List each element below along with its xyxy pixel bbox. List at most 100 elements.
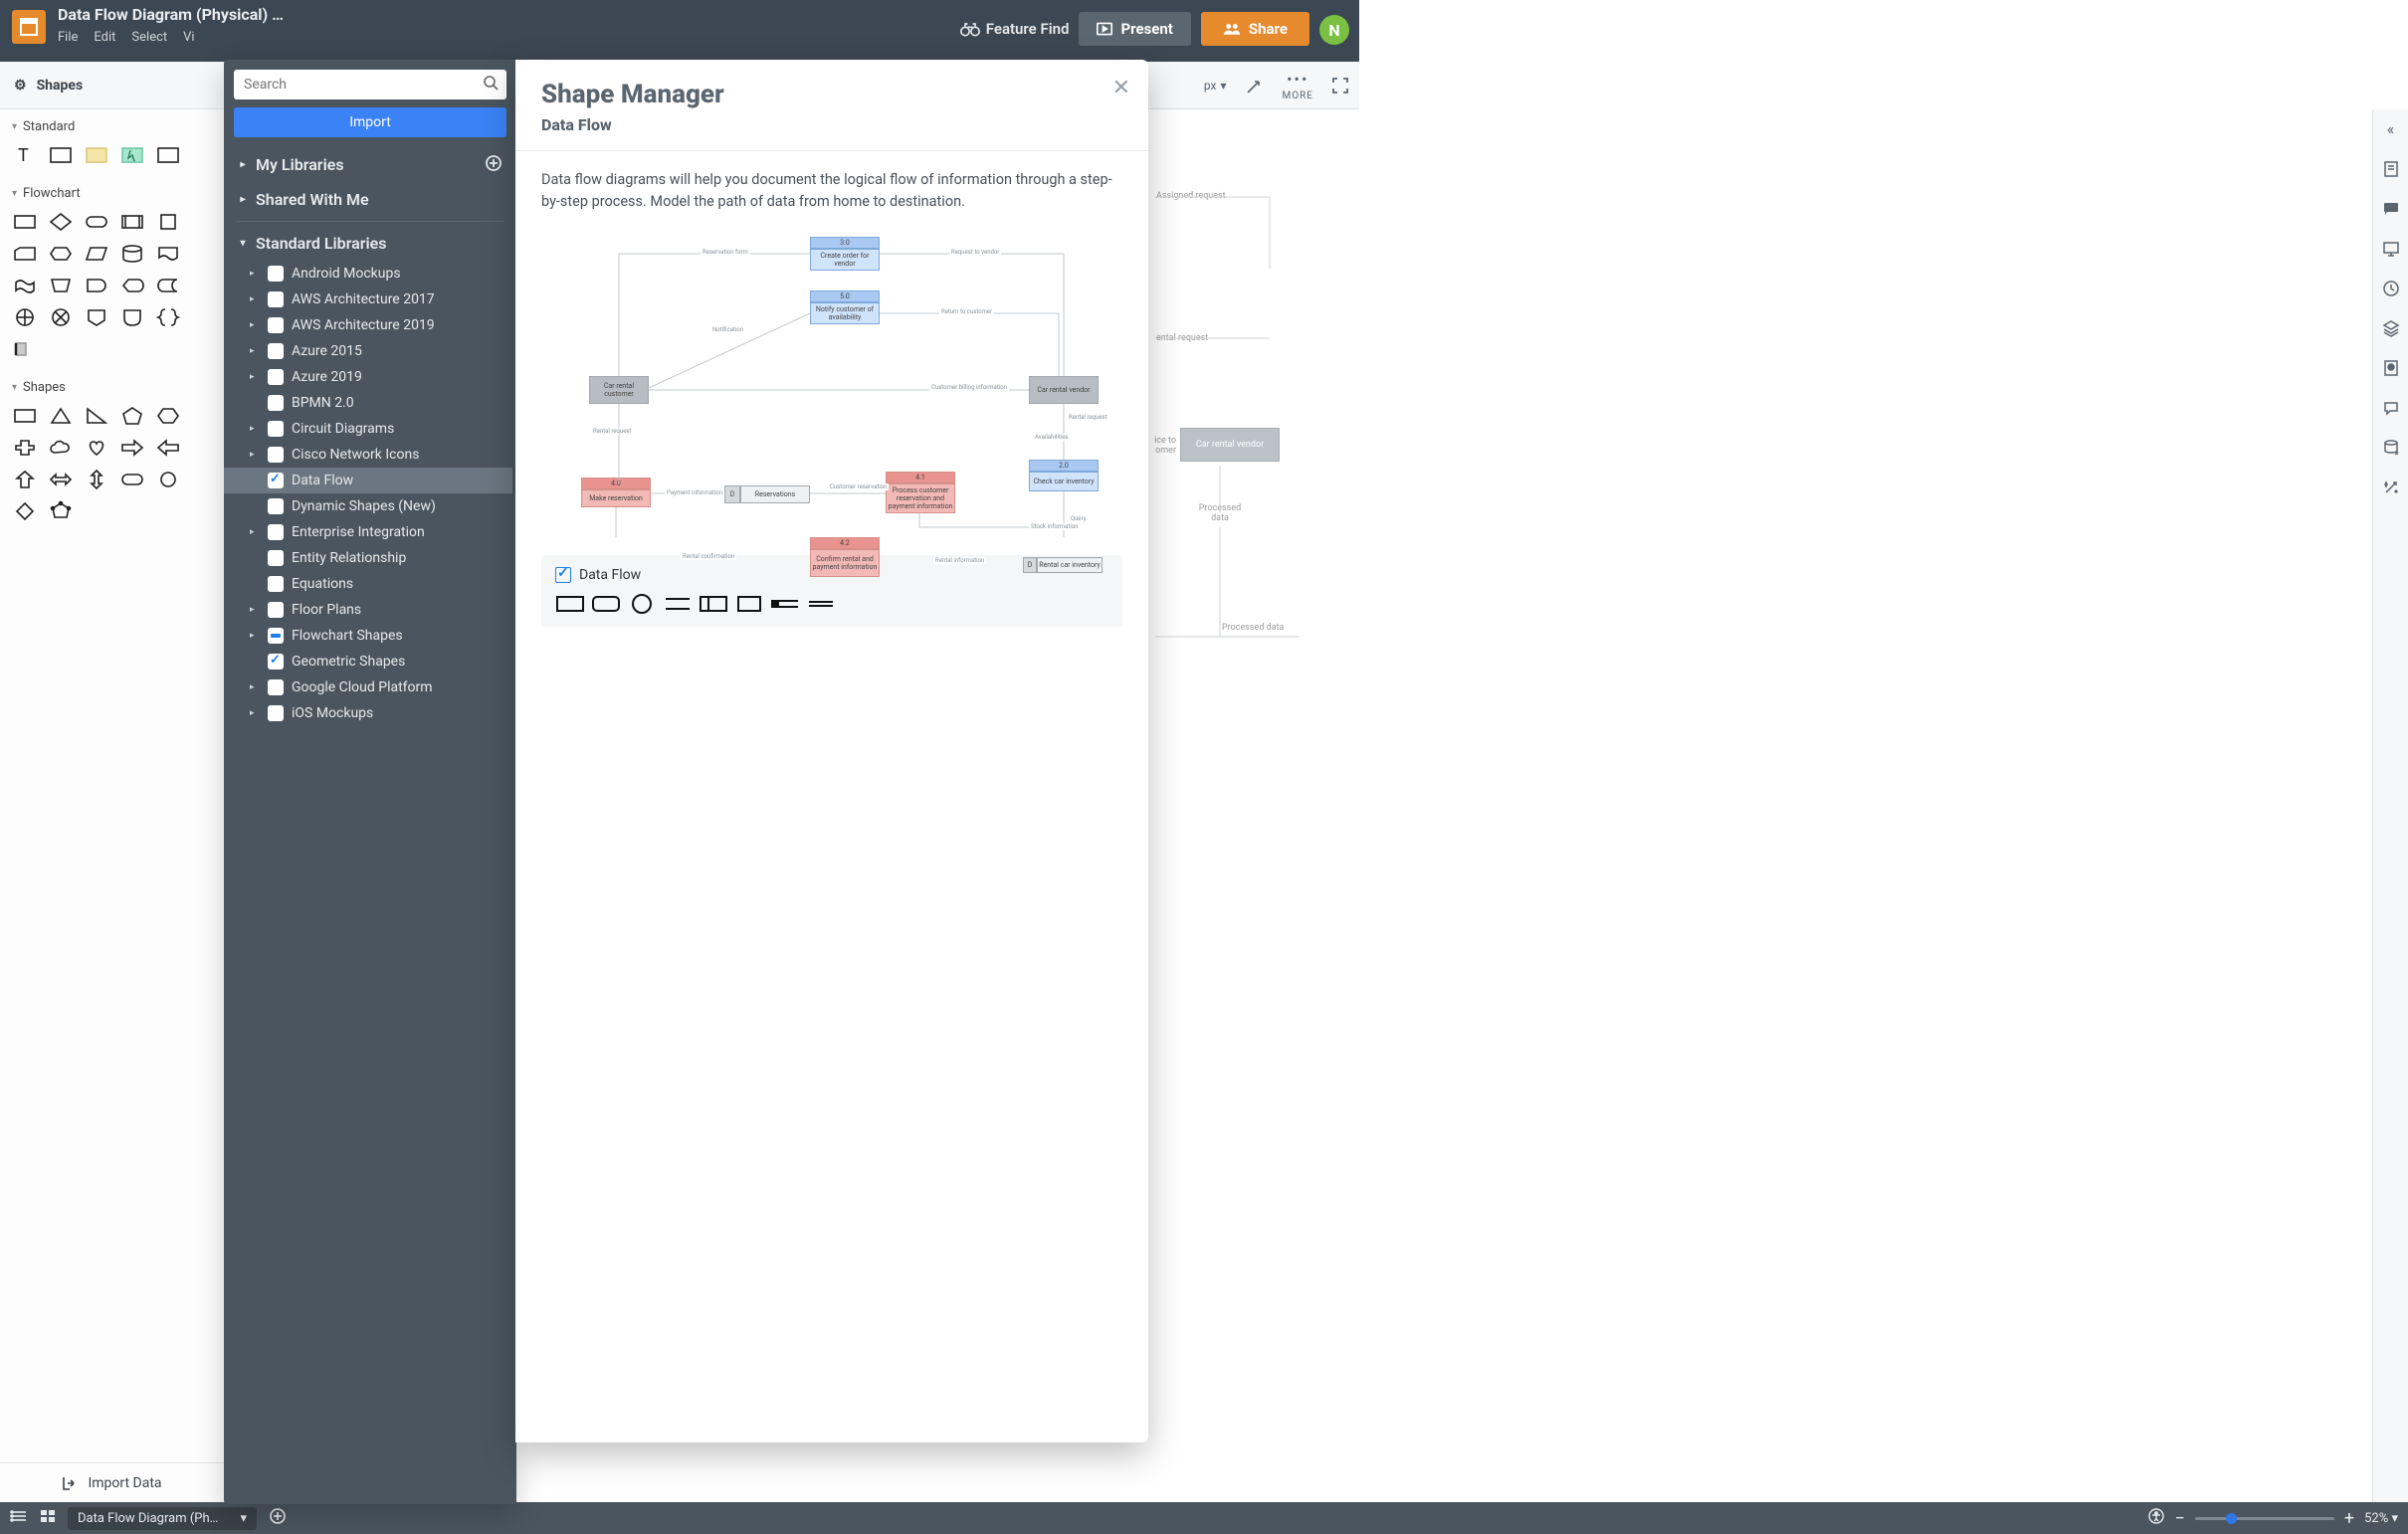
df-tag-icon[interactable]	[770, 593, 800, 615]
rail-collapse-icon[interactable]: «	[2387, 119, 2395, 138]
library-list[interactable]: ▸Android Mockups▸AWS Architecture 2017▸A…	[224, 261, 516, 1504]
outline-view-icon[interactable]	[10, 1509, 28, 1527]
shapes-group-standard[interactable]: Standard	[0, 109, 224, 140]
library-item-checkbox[interactable]	[268, 705, 284, 721]
df-rect-icon[interactable]	[555, 593, 585, 615]
gs-rect[interactable]	[12, 405, 38, 427]
gs-cloud[interactable]	[48, 437, 74, 459]
gs-arrowu[interactable]	[12, 469, 38, 490]
library-item[interactable]: ▸Data Flow	[224, 468, 512, 493]
document-title[interactable]: Data Flow Diagram (Physical) …	[58, 5, 960, 24]
presentation-icon[interactable]	[2382, 240, 2400, 258]
fc-predefined[interactable]	[119, 211, 145, 233]
library-item[interactable]: ▸Dynamic Shapes (New)	[224, 493, 512, 519]
gs-tri[interactable]	[48, 405, 74, 427]
comment-rail-icon[interactable]	[2382, 200, 2400, 218]
library-item-checkbox[interactable]	[268, 421, 284, 437]
add-page-icon[interactable]	[269, 1507, 287, 1529]
library-search-input[interactable]	[234, 77, 506, 93]
library-item[interactable]: ▸AWS Architecture 2017	[224, 287, 512, 312]
library-item[interactable]: ▸Geometric Shapes	[224, 649, 512, 674]
library-item[interactable]: ▸Entity Relationship	[224, 545, 512, 571]
library-item-checkbox[interactable]	[268, 395, 284, 411]
menu-more[interactable]: Vi	[183, 30, 194, 45]
fc-delay[interactable]	[84, 275, 109, 296]
gs-callout[interactable]	[119, 469, 145, 490]
fc-para[interactable]	[84, 243, 109, 265]
fc-shield[interactable]	[119, 306, 145, 328]
fc-diamond[interactable]	[48, 211, 74, 233]
fc-sq[interactable]	[155, 211, 181, 233]
zoom-slider[interactable]	[2195, 1517, 2334, 1520]
note-shape[interactable]	[84, 144, 109, 166]
history-icon[interactable]	[2382, 280, 2400, 297]
menu-file[interactable]: File	[58, 30, 78, 45]
library-item-checkbox[interactable]	[268, 602, 284, 618]
fc-tape[interactable]	[12, 275, 38, 296]
library-item[interactable]: ▸Azure 2015	[224, 338, 512, 364]
library-item-checkbox[interactable]	[268, 654, 284, 670]
present-button[interactable]: Present	[1079, 12, 1190, 46]
menu-select[interactable]: Select	[131, 30, 167, 45]
df-split-icon[interactable]	[699, 593, 728, 615]
section-my-libraries[interactable]: My Libraries	[224, 147, 485, 182]
section-shared-with-me[interactable]: Shared With Me	[224, 182, 516, 217]
gs-arrowlr[interactable]	[48, 469, 74, 490]
library-item-checkbox[interactable]	[268, 576, 284, 592]
library-item-checkbox[interactable]	[268, 628, 284, 644]
library-item-checkbox[interactable]	[268, 447, 284, 463]
unit-dropdown[interactable]: px ▾	[1204, 79, 1227, 93]
gs-cross[interactable]	[12, 437, 38, 459]
fc-doc[interactable]	[155, 243, 181, 265]
fc-brace[interactable]	[155, 306, 181, 328]
library-item-checkbox[interactable]	[268, 266, 284, 282]
document-icon[interactable]	[12, 10, 46, 44]
gs-diamond2[interactable]	[12, 500, 38, 522]
gear-icon[interactable]	[14, 78, 27, 94]
zoom-label[interactable]: 52% ▾	[2364, 1511, 2398, 1526]
add-library-icon[interactable]	[485, 153, 516, 177]
accessibility-icon[interactable]	[2147, 1507, 2165, 1529]
library-item[interactable]: ▸Floor Plans	[224, 597, 512, 623]
more-menu[interactable]: ••• MORE	[1283, 70, 1313, 101]
chat-icon[interactable]	[2382, 399, 2400, 417]
rectangle-shape[interactable]	[48, 144, 74, 166]
grid-view-icon[interactable]	[40, 1509, 56, 1527]
theme-icon[interactable]	[2382, 359, 2400, 377]
feature-find-button[interactable]: Feature Find	[960, 20, 1070, 38]
zoom-thumb[interactable]	[2226, 1513, 2237, 1524]
fullscreen-icon[interactable]	[1331, 77, 1349, 95]
shapes-group-flowchart[interactable]: Flowchart	[0, 176, 224, 207]
library-item[interactable]: ▸Android Mockups	[224, 261, 512, 287]
block-shape[interactable]	[155, 144, 181, 166]
df-rounded-icon[interactable]	[591, 593, 621, 615]
gs-arrowud[interactable]	[84, 469, 109, 490]
page-icon[interactable]	[2382, 160, 2400, 178]
df-circle-icon[interactable]	[627, 593, 657, 615]
share-button[interactable]: Share	[1201, 12, 1309, 46]
library-item-checkbox[interactable]	[268, 550, 284, 566]
df-lines-icon[interactable]	[806, 593, 836, 615]
shapes-group-shapes[interactable]: Shapes	[0, 370, 224, 401]
fc-terminator[interactable]	[84, 211, 109, 233]
data-icon[interactable]	[2382, 439, 2400, 457]
library-item[interactable]: ▸Cisco Network Icons	[224, 442, 512, 468]
library-item[interactable]: ▸AWS Architecture 2019	[224, 312, 512, 338]
library-item-checkbox[interactable]	[268, 524, 284, 540]
library-item-checkbox[interactable]	[268, 473, 284, 488]
fc-manual[interactable]	[48, 275, 74, 296]
library-item[interactable]: ▸Enterprise Integration	[224, 519, 512, 545]
zoom-out-icon[interactable]: −	[2175, 1508, 2185, 1529]
library-import-button[interactable]: Import	[234, 107, 506, 137]
library-item[interactable]: ▸BPMN 2.0	[224, 390, 512, 416]
library-item[interactable]: ▸Flowchart Shapes	[224, 623, 512, 649]
fc-annotation[interactable]	[12, 338, 38, 360]
gs-arrowr[interactable]	[119, 437, 145, 459]
gs-pent[interactable]	[119, 405, 145, 427]
fc-rect[interactable]	[12, 211, 38, 233]
section-standard-libraries[interactable]: Standard Libraries	[224, 226, 516, 261]
menu-edit[interactable]: Edit	[94, 30, 115, 45]
zoom-in-icon[interactable]: +	[2344, 1508, 2354, 1529]
line-tool-icon[interactable]	[1245, 76, 1265, 96]
fc-offpage[interactable]	[84, 306, 109, 328]
